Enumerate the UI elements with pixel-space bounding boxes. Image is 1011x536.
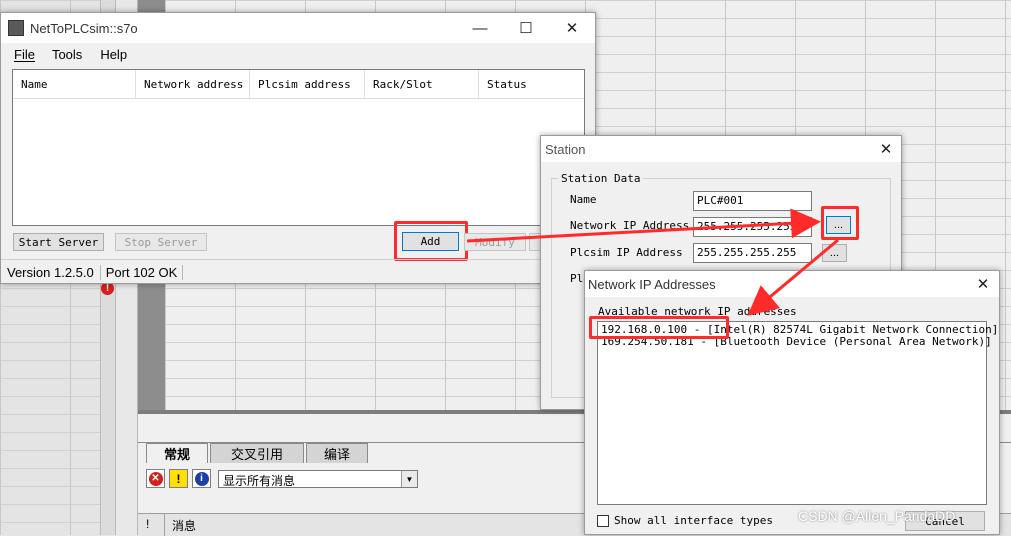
plcsim-ip-browse-button[interactable]: ... bbox=[822, 244, 847, 262]
network-ip-titlebar[interactable]: Network IP Addresses ✕ bbox=[585, 271, 999, 297]
tab-general[interactable]: 常规 bbox=[146, 443, 208, 463]
tab-cross-reference[interactable]: 交叉引用 bbox=[210, 443, 304, 463]
network-ip-field[interactable]: 255.255.255.255 bbox=[693, 217, 812, 237]
group-label: Station Data bbox=[558, 172, 644, 185]
modify-button[interactable]: Modify bbox=[464, 233, 526, 251]
network-ip-dialog: Network IP Addresses ✕ Available network… bbox=[584, 270, 1000, 535]
address-list[interactable]: 192.168.0.100 - [Intel(R) 82574L Gigabit… bbox=[597, 321, 998, 505]
message-filter-select[interactable]: 显示所有消息 ▼ bbox=[218, 470, 418, 488]
info-filter-icon[interactable]: i bbox=[192, 469, 211, 488]
close-icon[interactable]: ✕ bbox=[871, 136, 901, 162]
watermark: CSDN @Allen_PandaDD bbox=[798, 508, 956, 524]
messages-column-header[interactable]: 消息 bbox=[172, 517, 196, 534]
close-icon[interactable]: ✕ bbox=[967, 271, 999, 297]
name-field[interactable]: PLC#001 bbox=[693, 191, 812, 211]
nettoplcsim-titlebar[interactable]: NetToPLCsim::s7o — ☐ ✕ bbox=[1, 13, 595, 43]
menu-help[interactable]: Help bbox=[100, 47, 127, 62]
status-bar: Version 1.2.5.0 Port 102 OK bbox=[1, 259, 595, 284]
plcsim-ip-label: Plcsim IP Address bbox=[570, 246, 683, 259]
plcsim-ip-field[interactable]: 255.255.255.255 bbox=[693, 243, 812, 263]
name-label: Name bbox=[570, 193, 597, 206]
error-filter-icon[interactable]: ✕ bbox=[146, 469, 165, 488]
address-highlight-box bbox=[589, 316, 729, 339]
column-rack-slot[interactable]: Rack/Slot bbox=[365, 70, 479, 98]
rack-slot-label: Pl bbox=[570, 272, 584, 285]
menu-bar: File Tools Help bbox=[1, 43, 595, 65]
network-ip-browse-button[interactable]: ... bbox=[826, 216, 851, 234]
network-ip-title: Network IP Addresses bbox=[588, 276, 716, 292]
port-status: Port 102 OK bbox=[101, 264, 184, 280]
column-plcsim-address[interactable]: Plcsim address bbox=[250, 70, 365, 98]
column-name[interactable]: Name bbox=[13, 70, 136, 98]
menu-tools[interactable]: Tools bbox=[52, 47, 82, 62]
maximize-icon[interactable]: ☐ bbox=[503, 13, 549, 43]
column-status[interactable]: Status bbox=[479, 70, 584, 98]
column-network-address[interactable]: Network address bbox=[136, 70, 250, 98]
stop-server-button[interactable]: Stop Server bbox=[115, 233, 207, 251]
tab-compile[interactable]: 编译 bbox=[306, 443, 368, 463]
station-title: Station bbox=[545, 141, 586, 157]
app-icon bbox=[8, 20, 24, 36]
minimize-icon[interactable]: — bbox=[457, 13, 503, 43]
menu-file[interactable]: File bbox=[14, 47, 35, 62]
window-title: NetToPLCsim::s7o bbox=[30, 20, 138, 36]
show-all-checkbox[interactable] bbox=[597, 515, 609, 527]
station-list[interactable]: Name Network address Plcsim address Rack… bbox=[12, 69, 585, 226]
network-ip-label: Network IP Address bbox=[570, 219, 690, 232]
list-header: Name Network address Plcsim address Rack… bbox=[13, 70, 584, 99]
station-titlebar[interactable]: Station ✕ bbox=[541, 136, 901, 162]
show-all-label: Show all interface types bbox=[614, 514, 773, 527]
close-icon[interactable]: ✕ bbox=[549, 13, 595, 43]
warning-filter-icon[interactable]: ! bbox=[169, 469, 188, 488]
version-label: Version 1.2.5.0 bbox=[1, 264, 101, 280]
start-server-button[interactable]: Start Server bbox=[13, 233, 104, 251]
add-button[interactable]: Add bbox=[402, 232, 459, 251]
nettoplcsim-window: NetToPLCsim::s7o — ☐ ✕ File Tools Help N… bbox=[0, 12, 596, 284]
chevron-down-icon[interactable]: ▼ bbox=[401, 471, 417, 487]
